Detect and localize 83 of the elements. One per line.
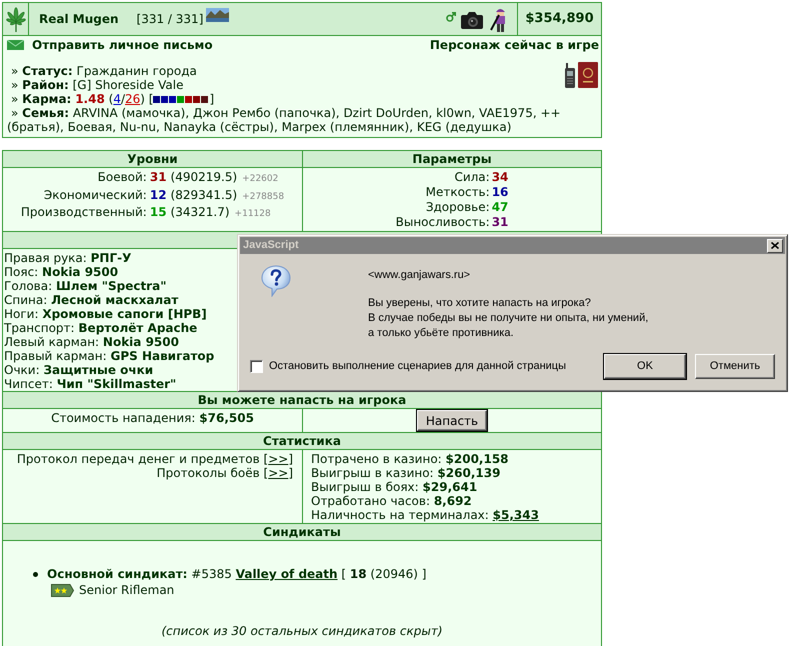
mobile-phone-icon	[565, 63, 575, 88]
passport-icon	[578, 62, 598, 88]
close-icon	[771, 242, 779, 249]
bullet-icon	[33, 572, 38, 576]
stat-link[interactable]: $5,343	[492, 508, 539, 522]
equipment-line: Голова: Шлем "Spectra"	[4, 279, 166, 293]
section-header: Уровни	[3, 151, 302, 168]
parameter-label: Меткость:	[424, 185, 490, 200]
dialog-button[interactable]: OK	[604, 354, 686, 379]
stat-line: Выигрыш в казино: $260,139	[311, 466, 500, 480]
karma-votes: (4/26)	[108, 92, 145, 106]
syndicate-link[interactable]: Valley of death	[236, 567, 338, 581]
experience-gain: +278858	[242, 190, 284, 204]
experience-gain: +11128	[234, 208, 271, 221]
parameter-value: 16	[492, 185, 508, 200]
experience-text: (490219.5)	[170, 170, 238, 186]
send-message-link[interactable]: Отправить личное письмо	[32, 38, 213, 52]
parameter-value: 47	[492, 200, 508, 215]
experience-text: (829341.5)	[170, 188, 238, 203]
stat-line: Потрачено в казино: $200,158	[311, 452, 509, 466]
info-line: » Район: [G] Shoreside Vale	[11, 78, 184, 92]
log-link[interactable]: >>	[268, 452, 288, 466]
info-line: » Статус: Гражданин города	[11, 64, 197, 78]
log-line: Протокол передач денег и предметов [>>]	[16, 452, 293, 466]
online-status: Персонаж сейчас в игре	[430, 38, 599, 52]
hidden-syndicates-note: (список из 30 остальных синдикатов скрыт)	[161, 624, 443, 638]
question-icon	[261, 265, 291, 297]
level-value: 12	[150, 188, 167, 203]
karma-value: 1.48	[75, 92, 105, 106]
attack-cost: Стоимость нападения: $76,505	[51, 411, 254, 425]
karma-label: » Карма:	[11, 92, 72, 106]
equipment-line: Правый карман: GPS Навигатор	[4, 349, 214, 363]
equipment-line: Чипсет: Чип "Skillmaster"	[4, 377, 176, 391]
player-name: Real Mugen	[39, 12, 119, 26]
karma-bracket-text: ]	[209, 92, 214, 106]
equipment-line: Ноги: Хромовые сапоги [HPB]	[4, 307, 207, 321]
experience-text: (34321.7)	[170, 205, 230, 220]
rank-title: Senior Rifleman	[79, 583, 174, 597]
section-header: Параметры	[303, 151, 601, 168]
male-symbol-icon	[446, 12, 456, 22]
camera-icon	[461, 10, 483, 28]
parameter-label: Сила:	[453, 170, 490, 185]
stop-scripts-label: Остановить выполнение сценариев для данной страницы	[269, 359, 566, 374]
karma-bracket-text: [	[148, 92, 154, 106]
rank-insignia-icon	[51, 584, 74, 596]
equipment-line: Транспорт: Вертолёт Apache	[4, 321, 198, 335]
equipment-line: Очки: Защитные очки	[4, 363, 154, 377]
equipment-line: Пояс: Nokia 9500	[4, 265, 118, 279]
section-header: Вы можете напасть на игрока	[3, 392, 601, 409]
landscape-icon	[206, 8, 230, 22]
experience-gain: +22602	[242, 173, 278, 186]
level-value: 31	[150, 170, 167, 186]
karma-negative-link[interactable]: 26	[125, 92, 140, 106]
dialog-site: <www.ganjawars.ru>	[368, 268, 472, 283]
section-header: Статистика	[3, 433, 601, 450]
parameter-value: 34	[492, 170, 508, 185]
attack-button[interactable]: Напасть	[417, 410, 487, 431]
level-value: 15	[150, 205, 167, 220]
money-amount: $354,890	[517, 3, 601, 35]
parameter-value: 31	[492, 215, 508, 230]
dialog-button[interactable]: Отменить	[695, 354, 775, 379]
stat-line: Выигрыш в боях: $29,641	[311, 480, 478, 494]
equipment-line: Спина: Лесной маскхалат	[4, 293, 178, 307]
stat-line: Наличность на терминалах: $5,343	[311, 508, 539, 522]
equipment-line: Левый карман: Nokia 9500	[4, 335, 179, 349]
log-link[interactable]: >>	[268, 466, 288, 480]
parameter-label: Выносливость:	[396, 215, 490, 230]
level-label: Экономический:	[42, 188, 147, 204]
checkbox[interactable]	[250, 360, 263, 373]
stat-line: Отработано часов: 8,692	[311, 494, 472, 508]
level-label: Боевой:	[96, 170, 147, 186]
parameter-label: Здоровье:	[424, 200, 490, 215]
dialog-title: JavaScript	[243, 238, 299, 253]
close-button[interactable]	[767, 238, 783, 252]
section-header: Синдикаты	[3, 524, 601, 541]
info-line: » Семья: ARVINA (мамочка), Джон Рембо (папочка), Dzirt DoUrden, kl0wn, VAE1975, ++ (братья), Боевая, Nu-nu, Nanayka (сёстры), Marpex (племянник), KEG (дедушка)	[7, 106, 561, 134]
level-label: Производственный:	[20, 205, 147, 221]
dialog-message: Вы уверены, что хотите напасть на игрока? В случае победы вы не получите ни опыта, ни умений, а только убьёте противника.	[368, 296, 648, 341]
syndicate-line: Основной синдикат: #5385 Valley of death [ 18 (20946) ]	[47, 567, 426, 581]
health-text: [331 / 331]	[136, 12, 204, 26]
karma-positive-link[interactable]: 4	[113, 92, 121, 106]
equipment-line: Правая рука: РПГ-У	[4, 251, 132, 265]
log-line: Протоколы боёв [>>]	[156, 466, 293, 480]
